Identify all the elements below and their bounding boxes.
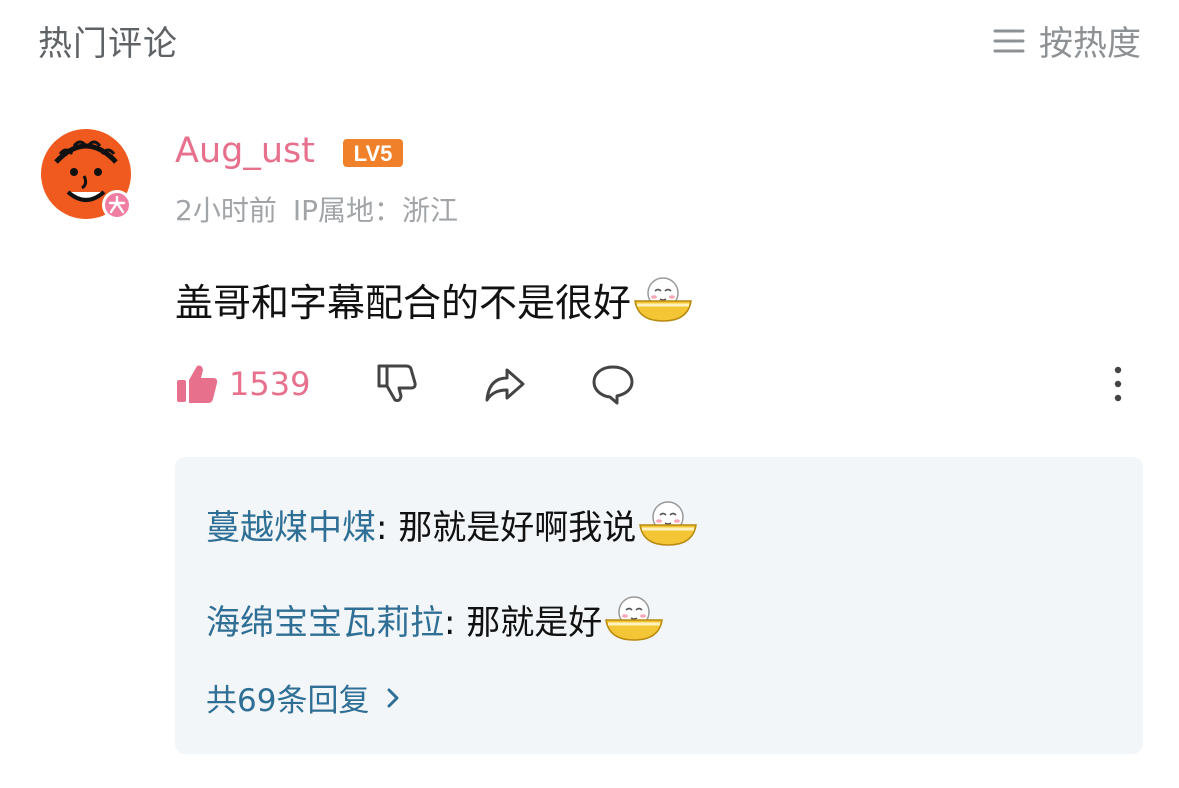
comment-meta: 2小时前 IP属地：浙江: [175, 189, 458, 229]
bowl-face-emoji: [605, 596, 664, 641]
ip-location: IP属地：浙江: [292, 194, 458, 227]
reply-button[interactable]: [591, 362, 635, 406]
chevron-right-icon: [387, 688, 399, 707]
more-vertical-icon: [1114, 366, 1122, 402]
like-button[interactable]: 1539: [175, 362, 310, 406]
reply-count-label: 共69条回复: [206, 683, 370, 719]
sort-toggle[interactable]: 按热度: [993, 16, 1141, 65]
reply-username[interactable]: 海绵宝宝瓦莉拉: [206, 595, 444, 644]
reply-username[interactable]: 蔓越煤中煤: [206, 500, 376, 549]
level-badge-icon: LV5: [343, 139, 403, 167]
bowl-face-emoji: [639, 501, 698, 546]
sort-label: 按热度: [1039, 24, 1141, 64]
replies-box: 蔓越煤中煤 : 那就是好啊我说 海绵宝宝瓦莉拉 : 那就是好 共69条回复: [175, 457, 1143, 754]
section-title: 热门评论: [38, 24, 178, 64]
share-button[interactable]: [483, 362, 527, 406]
reply-item[interactable]: 海绵宝宝瓦莉拉 : 那就是好: [206, 594, 666, 644]
more-options-button[interactable]: [1101, 362, 1135, 406]
like-count: 1539: [229, 365, 311, 403]
action-bar: 1539: [175, 362, 1135, 412]
username[interactable]: Aug_ust: [175, 131, 315, 171]
thumbs-down-icon: [377, 364, 417, 402]
share-icon: [485, 368, 525, 402]
thumbs-up-icon: [177, 365, 218, 403]
comment-body: 盖哥和字幕配合的不是很好: [175, 272, 695, 327]
comment-text: 盖哥和字幕配合的不是很好: [175, 281, 632, 325]
comment-time: 2小时前: [175, 194, 277, 227]
comment-icon: [592, 365, 634, 405]
dislike-button[interactable]: [375, 362, 419, 406]
reply-text: : 那就是好: [444, 602, 603, 643]
view-all-replies-link[interactable]: 共69条回复: [206, 675, 407, 720]
bowl-face-emoji: [634, 276, 692, 322]
menu-lines-icon: [993, 29, 1025, 52]
level-text: LV5: [354, 141, 393, 166]
reply-text: : 那就是好啊我说: [376, 507, 637, 548]
avatar[interactable]: [40, 128, 134, 222]
reply-item[interactable]: 蔓越煤中煤 : 那就是好啊我说: [206, 499, 700, 549]
vip-badge-icon: [102, 190, 132, 220]
